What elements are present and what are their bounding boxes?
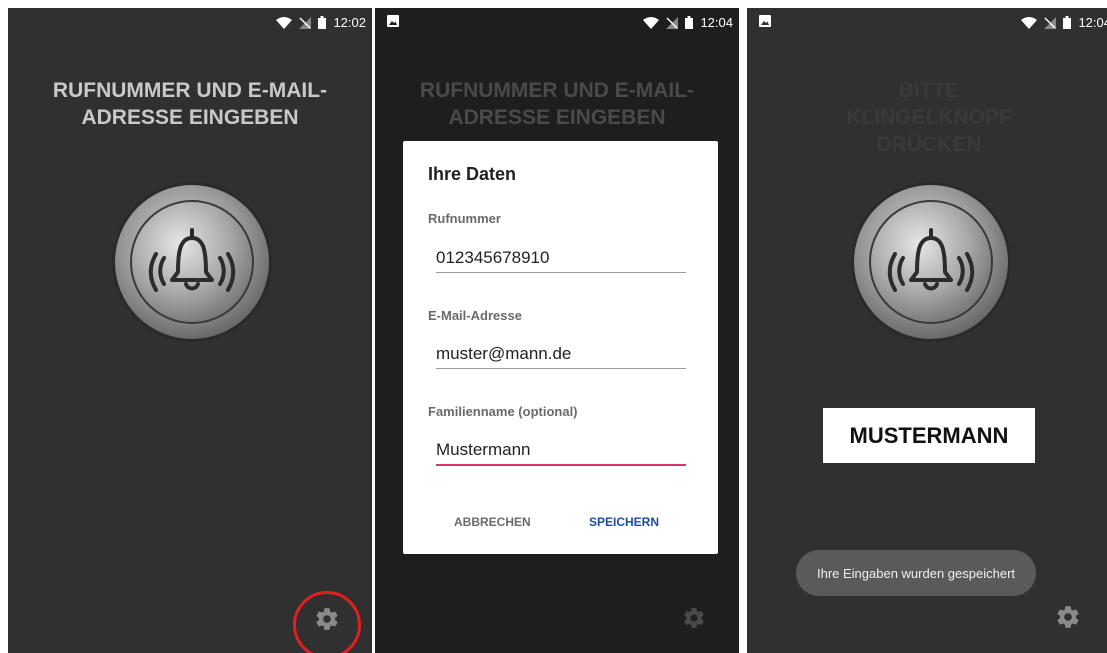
page-title: BITTE KLINGELKNOPF DRÜCKEN (846, 79, 1012, 156)
no-signal-icon (1044, 16, 1057, 29)
wifi-icon (1021, 16, 1038, 29)
clock: 12:02 (333, 15, 366, 30)
email-field[interactable]: muster@mann.de (436, 344, 686, 369)
bell-icon[interactable] (110, 180, 274, 344)
toast-message: Ihre Eingaben wurden gespeichert (796, 550, 1036, 596)
phone-label: Rufnummer (428, 211, 501, 226)
family-name-display: MUSTERMANN (823, 408, 1035, 463)
status-bar: 12:04 (375, 8, 739, 36)
no-signal-icon (299, 16, 312, 29)
family-name-field[interactable]: Mustermann (436, 440, 686, 466)
wifi-icon (643, 16, 660, 29)
gear-icon (682, 606, 706, 630)
battery-icon (1063, 16, 1072, 29)
family-name-label: Familienname (optional) (428, 404, 578, 419)
cancel-button[interactable]: ABBRECHEN (454, 515, 531, 529)
phone-field[interactable]: 012345678910 (436, 248, 686, 273)
no-signal-icon (666, 16, 679, 29)
bell-icon[interactable] (849, 180, 1013, 344)
data-dialog: Ihre Daten Rufnummer 012345678910 E-Mail… (403, 141, 718, 554)
dialog-title: Ihre Daten (428, 164, 517, 184)
save-button[interactable]: SPEICHERN (589, 515, 659, 529)
screen-3: 12:04 BITTE KLINGELKNOPF DRÜCKEN MUSTERM… (747, 8, 1107, 653)
clock: 12:04 (1078, 15, 1107, 30)
status-bar: 12:04 (747, 8, 1107, 36)
wifi-icon (276, 16, 293, 29)
page-title: RUFNUMMER UND E-MAIL-ADRESSE EINGEBEN (52, 79, 328, 129)
screen-1: 12:02 RUFNUMMER UND E-MAIL-ADRESSE EINGE… (8, 8, 372, 653)
battery-icon (318, 16, 327, 29)
email-label: E-Mail-Adresse (428, 308, 522, 323)
screen-2: 12:04 RUFNUMMER UND E-MAIL-ADRESSE EINGE… (375, 8, 739, 653)
clock: 12:04 (700, 15, 733, 30)
page-title: RUFNUMMER UND E-MAIL-ADRESSE EINGEBEN (419, 79, 695, 129)
image-notification-icon (759, 15, 771, 27)
status-bar: 12:02 (8, 8, 372, 36)
image-notification-icon (387, 15, 399, 27)
battery-icon (685, 16, 694, 29)
gear-icon[interactable] (1055, 604, 1081, 630)
highlight-circle (293, 591, 361, 653)
